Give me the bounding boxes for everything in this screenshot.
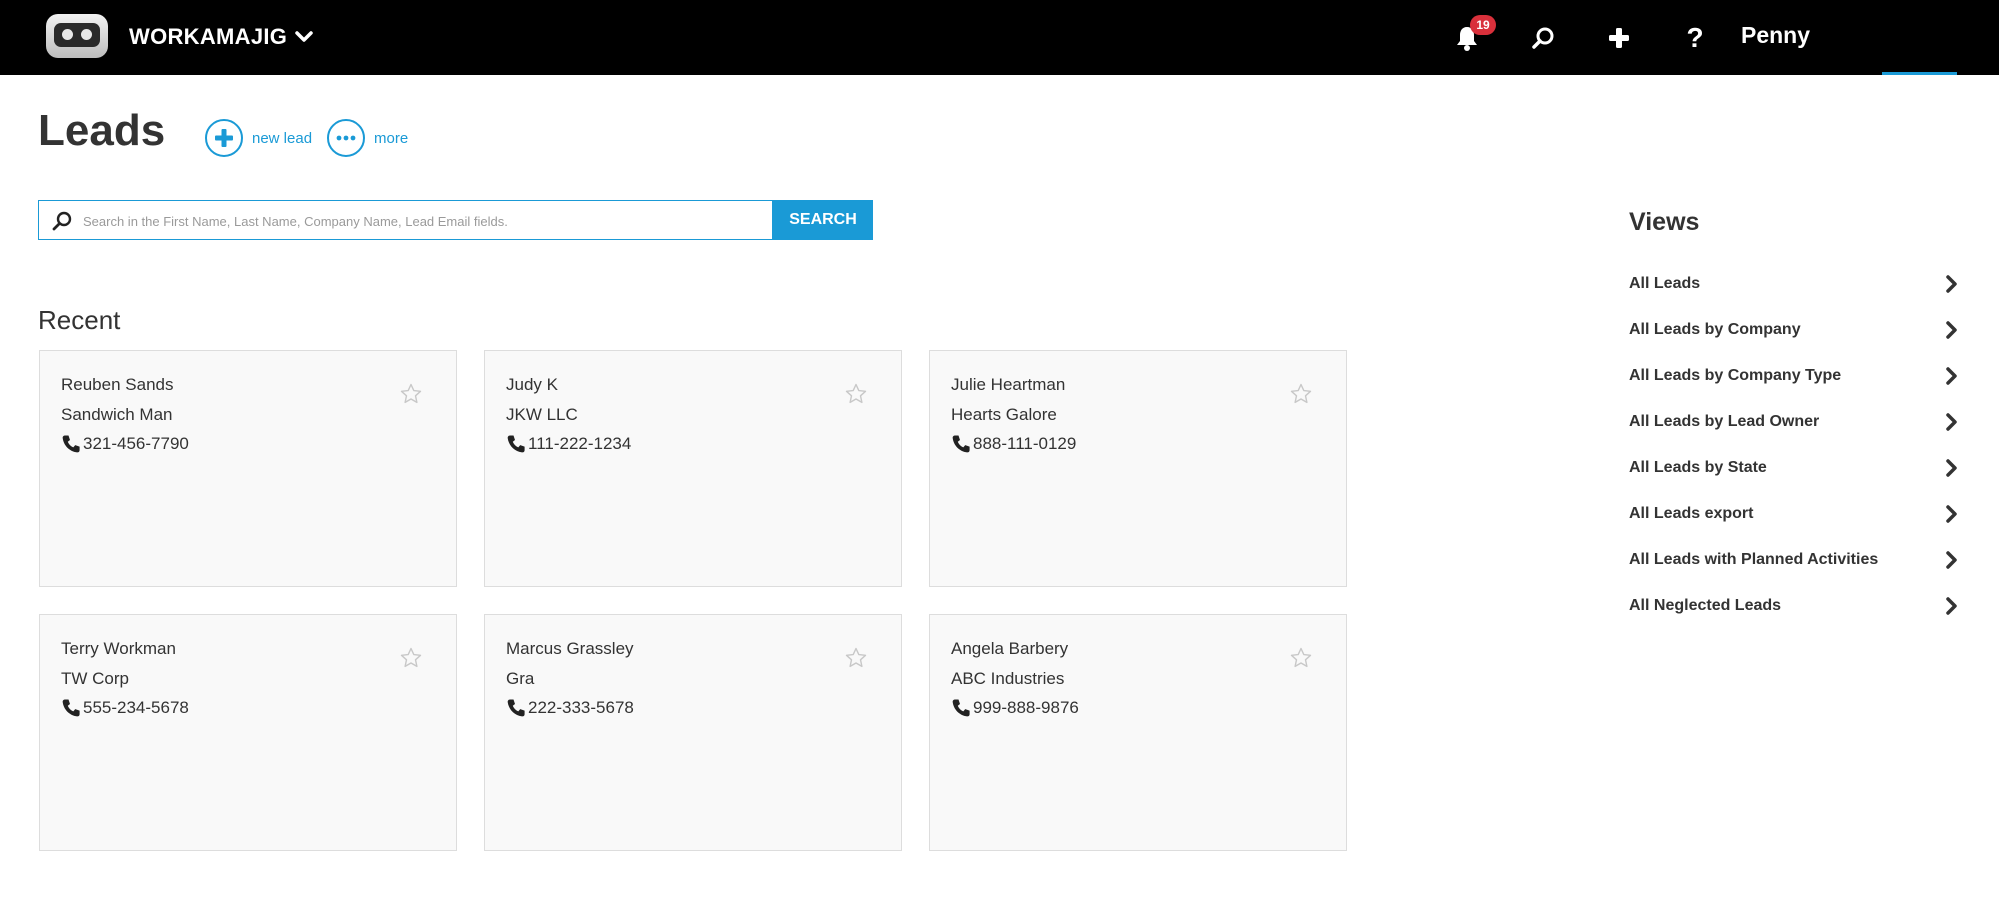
view-leads-export[interactable]: All Leads export xyxy=(1629,499,1959,529)
phone-icon xyxy=(62,435,80,453)
lead-phone: 999-888-9876 xyxy=(973,698,1079,717)
lead-name: Marcus Grassley xyxy=(506,639,634,658)
views-section-title: Views xyxy=(1629,208,1700,236)
lead-name: Reuben Sands xyxy=(61,375,174,394)
phone-icon xyxy=(952,435,970,453)
view-leads-with-planned-activities[interactable]: All Leads with Planned Activities xyxy=(1629,545,1959,575)
view-leads-by-lead-owner[interactable]: All Leads by Lead Owner xyxy=(1629,407,1959,437)
view-leads-by-state[interactable]: All Leads by State xyxy=(1629,453,1959,483)
chevron-right-icon xyxy=(1946,505,1957,523)
view-neglected-leads[interactable]: All Neglected Leads xyxy=(1629,591,1959,621)
lead-phone: 888-111-0129 xyxy=(973,434,1077,453)
phone-icon xyxy=(507,699,525,717)
lead-name: Angela Barbery xyxy=(951,639,1069,658)
favorite-star-icon[interactable] xyxy=(845,383,867,405)
view-label: All Leads by Lead Owner xyxy=(1629,413,1820,430)
logo-eye-right xyxy=(81,29,92,40)
phone-icon xyxy=(952,699,970,717)
plus-icon xyxy=(1609,28,1629,48)
chevron-right-icon xyxy=(1946,597,1957,615)
lead-phone-row: 888-111-0129 xyxy=(951,434,1076,454)
logo-face xyxy=(54,23,100,47)
notification-count-badge: 19 xyxy=(1470,15,1496,35)
search-button[interactable]: SEARCH xyxy=(773,200,873,240)
view-label: All Leads xyxy=(1629,275,1701,292)
global-search-button[interactable] xyxy=(1523,18,1563,58)
favorite-star-icon[interactable] xyxy=(845,647,867,669)
lead-company: Sandwich Man xyxy=(61,405,173,424)
more-label: more xyxy=(374,129,409,147)
recent-lead-card[interactable]: Julie Heartman Hearts Galore 888-111-012… xyxy=(929,350,1347,587)
chevron-right-icon xyxy=(1946,551,1957,569)
view-label: All Leads by Company Type xyxy=(1629,367,1842,384)
top-navigation-bar: WORKAMAJIG 19 ? Penny xyxy=(0,0,1999,75)
help-icon: ? xyxy=(1686,22,1704,53)
recent-lead-card[interactable]: Terry Workman TW Corp 555-234-5678 xyxy=(39,614,457,851)
favorite-star-icon[interactable] xyxy=(400,383,422,405)
lead-phone-row: 111-222-1234 xyxy=(506,434,631,454)
more-button[interactable]: more xyxy=(327,117,408,159)
logo-icon[interactable] xyxy=(46,14,108,58)
lead-phone: 222-333-5678 xyxy=(528,698,634,717)
chevron-right-icon xyxy=(1946,275,1957,293)
lead-name: Judy K xyxy=(506,375,558,394)
lead-phone-row: 555-234-5678 xyxy=(61,698,189,718)
phone-icon xyxy=(507,435,525,453)
favorite-star-icon[interactable] xyxy=(400,647,422,669)
lead-company: Hearts Galore xyxy=(951,405,1057,424)
view-label: All Leads with Planned Activities xyxy=(1629,551,1879,568)
search-icon xyxy=(52,211,72,231)
chevron-down-icon xyxy=(295,31,313,42)
page-title: Leads xyxy=(38,106,166,155)
view-leads-by-company-type[interactable]: All Leads by Company Type xyxy=(1629,361,1959,391)
view-label: All Neglected Leads xyxy=(1629,597,1782,614)
logo-eye-left xyxy=(62,29,73,40)
view-label: All Leads by Company xyxy=(1629,321,1801,338)
favorite-star-icon[interactable] xyxy=(1290,647,1312,669)
recent-lead-card[interactable]: Judy K JKW LLC 111-222-1234 xyxy=(484,350,902,587)
help-button[interactable]: ? xyxy=(1675,18,1715,58)
active-nav-indicator xyxy=(1882,72,1957,75)
global-add-button[interactable] xyxy=(1599,18,1639,58)
recent-lead-card[interactable]: Reuben Sands Sandwich Man 321-456-7790 xyxy=(39,350,457,587)
app-switcher[interactable]: WORKAMAJIG xyxy=(129,23,313,51)
new-lead-button[interactable]: new lead xyxy=(205,117,312,159)
view-label: All Leads by State xyxy=(1629,459,1767,476)
lead-phone-row: 222-333-5678 xyxy=(506,698,634,718)
lead-company: ABC Industries xyxy=(951,669,1065,688)
lead-search-box xyxy=(38,200,773,241)
new-lead-label: new lead xyxy=(252,129,313,147)
more-dots-icon xyxy=(327,119,365,157)
search-icon xyxy=(1532,27,1554,49)
lead-phone-row: 999-888-9876 xyxy=(951,698,1079,718)
view-leads-by-company[interactable]: All Leads by Company xyxy=(1629,315,1959,345)
lead-phone: 555-234-5678 xyxy=(83,698,189,717)
chevron-right-icon xyxy=(1946,367,1957,385)
lead-phone-row: 321-456-7790 xyxy=(61,434,189,454)
recent-section-title: Recent xyxy=(38,305,121,335)
recent-lead-card[interactable]: Angela Barbery ABC Industries 999-888-98… xyxy=(929,614,1347,851)
view-label: All Leads export xyxy=(1629,505,1754,522)
view-all-leads[interactable]: All Leads xyxy=(1629,269,1959,299)
app-name: WORKAMAJIG xyxy=(129,24,288,49)
user-menu[interactable]: Penny xyxy=(1741,22,1810,49)
lead-name: Terry Workman xyxy=(61,639,176,658)
lead-company: TW Corp xyxy=(61,669,129,688)
favorite-star-icon[interactable] xyxy=(1290,383,1312,405)
phone-icon xyxy=(62,699,80,717)
lead-company: JKW LLC xyxy=(506,405,578,424)
lead-name: Julie Heartman xyxy=(951,375,1066,394)
lead-phone: 111-222-1234 xyxy=(528,434,632,453)
plus-circle-icon xyxy=(205,119,243,157)
recent-lead-card[interactable]: Marcus Grassley Gra 222-333-5678 xyxy=(484,614,902,851)
chevron-right-icon xyxy=(1946,413,1957,431)
lead-company: Gra xyxy=(506,669,535,688)
lead-phone: 321-456-7790 xyxy=(83,434,189,453)
chevron-right-icon xyxy=(1946,459,1957,477)
lead-search-input[interactable] xyxy=(81,201,765,241)
chevron-right-icon xyxy=(1946,321,1957,339)
